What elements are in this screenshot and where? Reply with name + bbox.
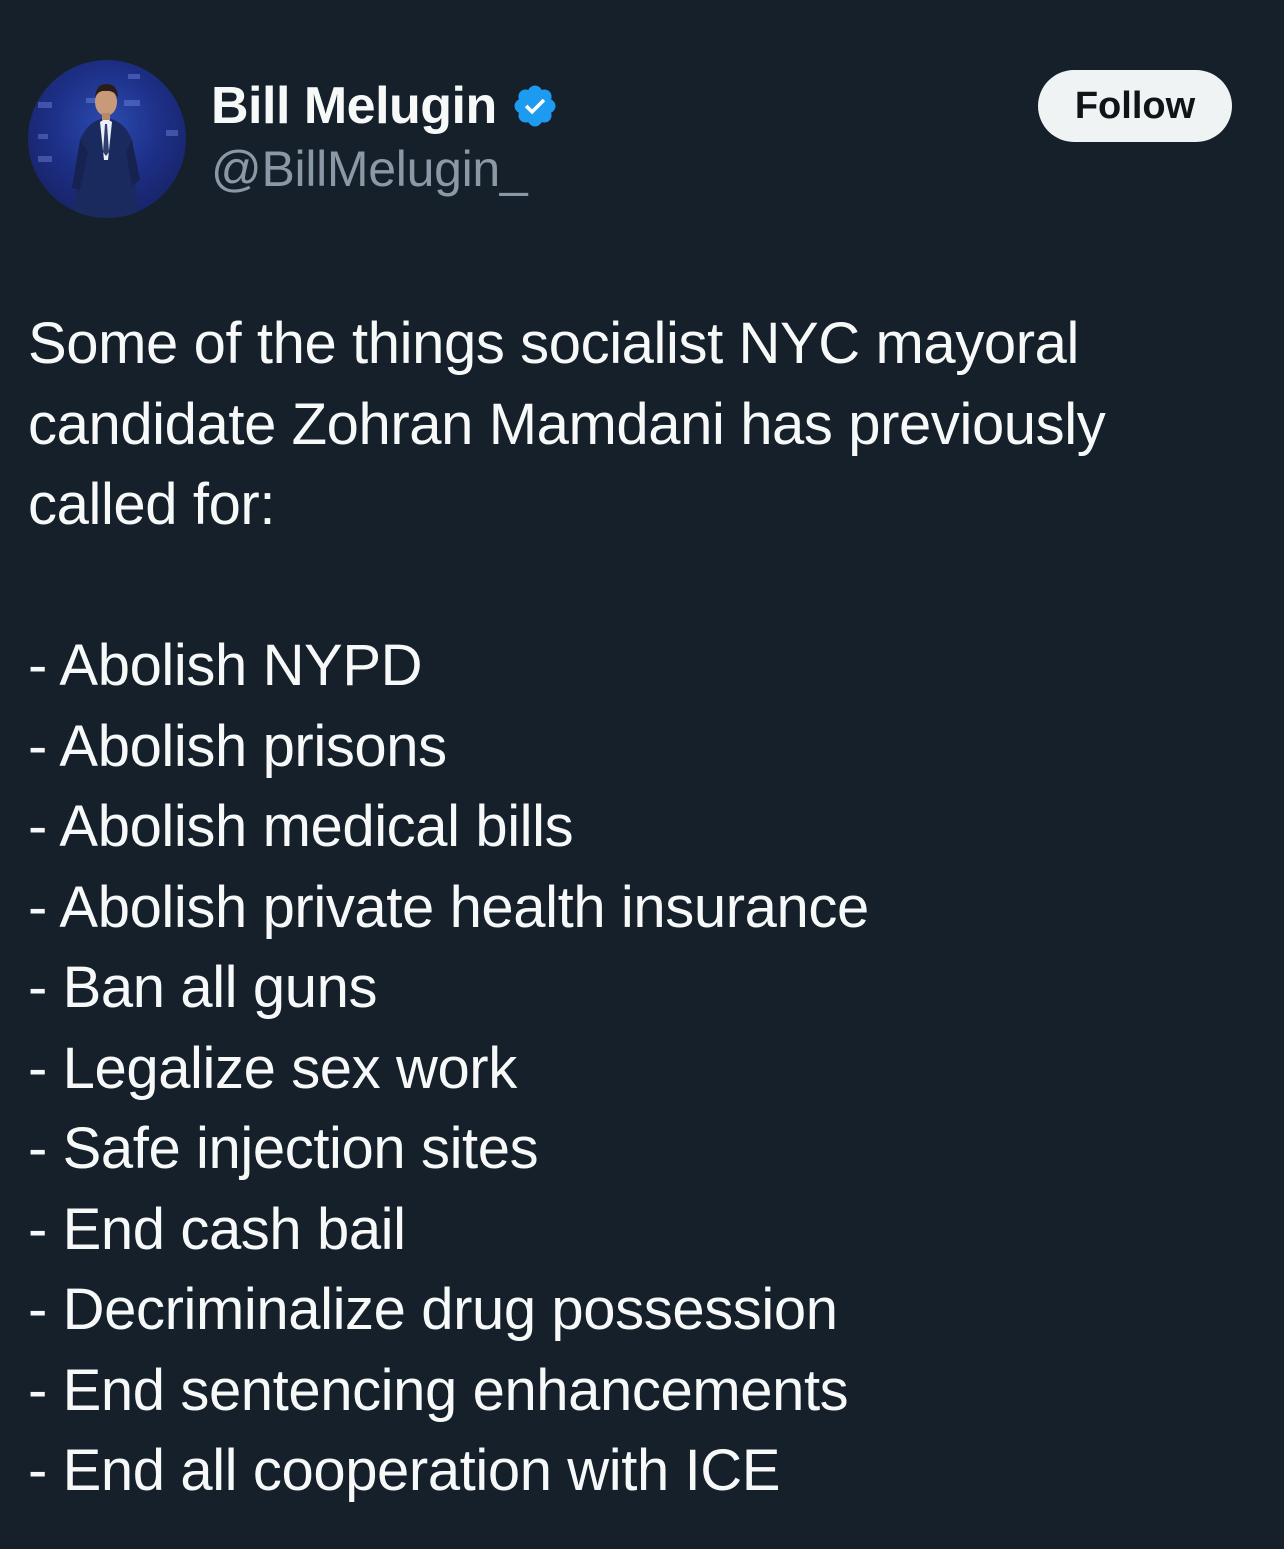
list-item: - Legalize sex work [28,1035,517,1101]
display-name[interactable]: Bill Melugin [211,76,497,136]
avatar-photo-icon [38,74,178,218]
tweet-text: Some of the things socialist NYC mayoral… [28,304,1258,1512]
list-item: - Abolish private health insurance [28,874,869,940]
list-item: - End sentencing enhancements [28,1357,849,1423]
list-item: - Ban all guns [28,955,378,1020]
list-item: - Decriminalize drug possession [28,1277,838,1342]
list-item: - End cash bail [28,1196,406,1262]
verified-badge-icon [511,82,559,130]
list-item: - Abolish medical bills [28,794,574,859]
list-item: - Abolish prisons [28,713,447,779]
tweet-intro: Some of the things socialist NYC mayoral… [28,311,1106,537]
follow-button[interactable]: Follow [1038,70,1232,142]
list-item: - Safe injection sites [28,1116,539,1181]
tweet-card: Bill Melugin @BillMelugin_ Follow Some o… [0,0,1284,1549]
tweet-list: - Abolish NYPD - Abolish prisons - Aboli… [28,626,1258,1512]
list-item: - Abolish NYPD [28,633,423,698]
avatar[interactable] [28,60,186,218]
author-name-row: Bill Melugin [211,74,559,138]
list-item: - End all cooperation with ICE [28,1438,781,1503]
author-handle[interactable]: @BillMelugin_ [211,140,528,198]
